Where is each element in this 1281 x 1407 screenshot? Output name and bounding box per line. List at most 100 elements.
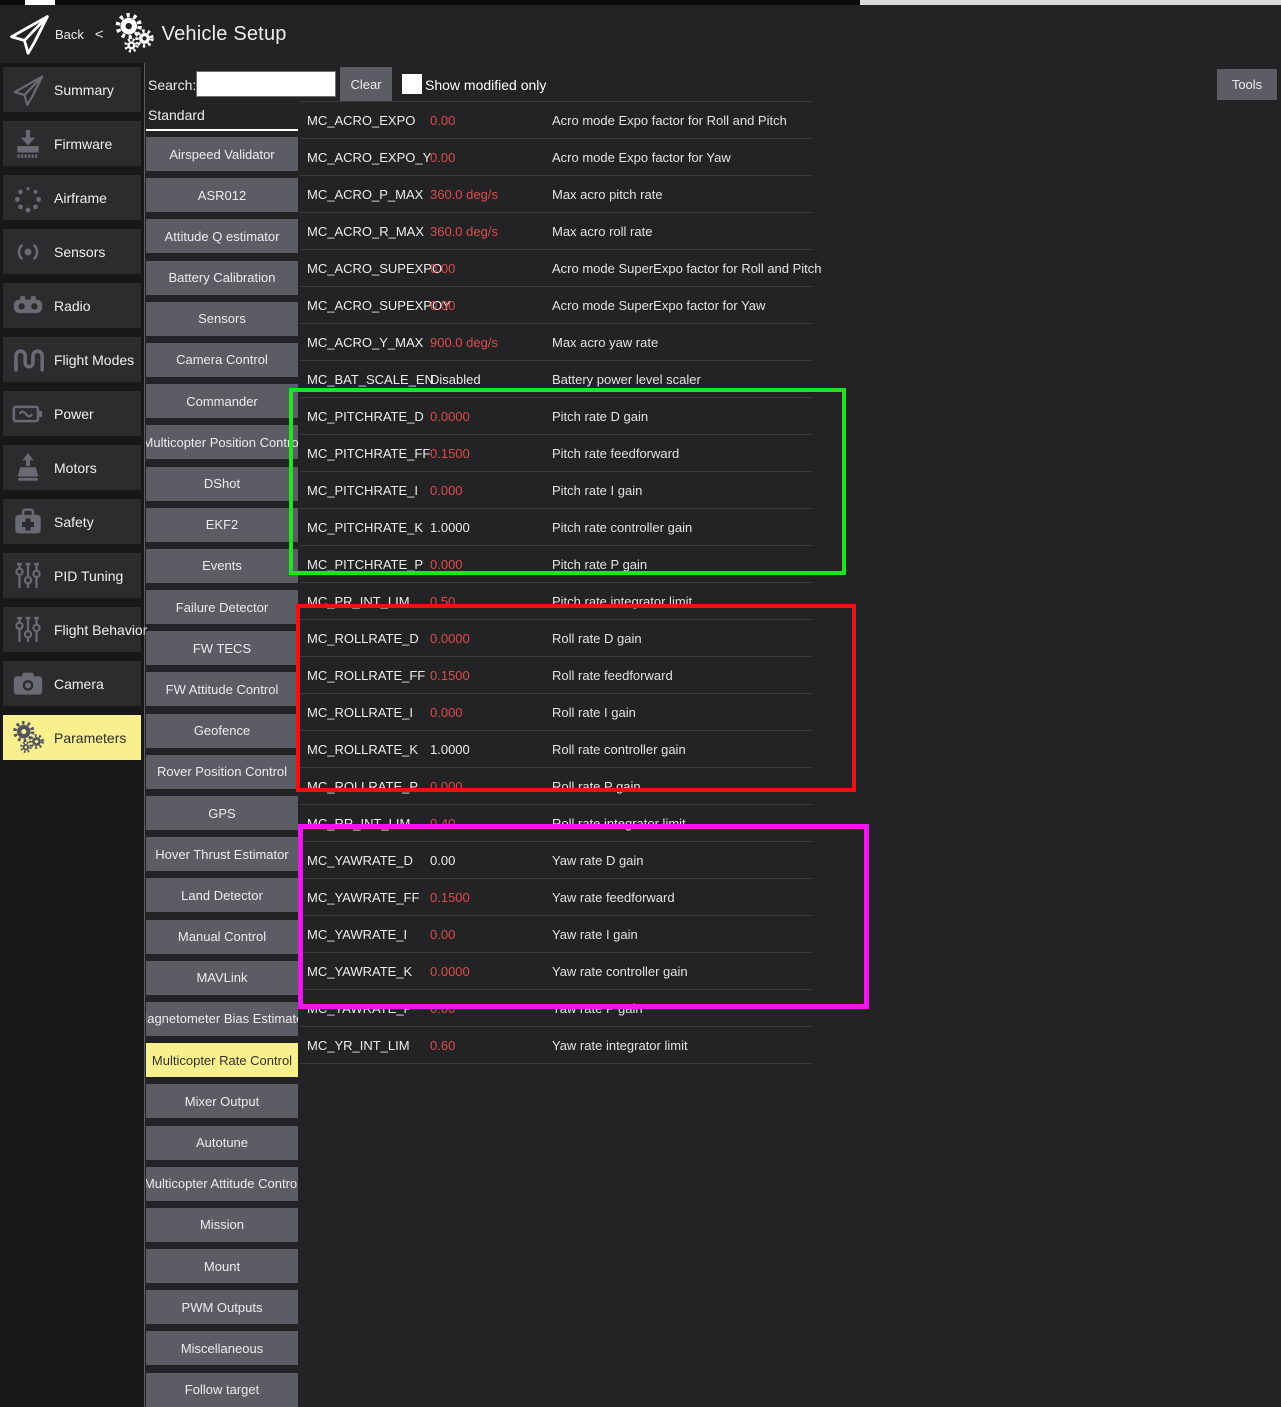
param-description: Max acro pitch rate: [552, 187, 663, 202]
sensors-signal-icon: [8, 232, 48, 272]
param-row-mc-acro-supexpo[interactable]: MC_ACRO_SUPEXPO 0.00 Acro mode SuperExpo…: [300, 250, 813, 287]
sidebar-item-firmware[interactable]: Firmware: [3, 121, 141, 166]
sidebar-item-camera[interactable]: Camera: [3, 661, 141, 706]
sidebar-item-parameters[interactable]: Parameters: [3, 715, 141, 760]
category-item-mission[interactable]: Mission: [146, 1208, 298, 1242]
category-item-fw-tecs[interactable]: FW TECS: [146, 631, 298, 665]
param-description: Pitch rate integrator limit: [552, 594, 692, 609]
param-row-mc-rollrate-i[interactable]: MC_ROLLRATE_I 0.000 Roll rate I gain: [300, 694, 813, 731]
param-row-mc-yawrate-ff[interactable]: MC_YAWRATE_FF 0.1500 Yaw rate feedforwar…: [300, 879, 813, 916]
category-item-mount[interactable]: Mount: [146, 1249, 298, 1283]
param-value: 0.00: [430, 298, 552, 313]
category-item-land-detector[interactable]: Land Detector: [146, 878, 298, 912]
param-row-mc-bat-scale-en[interactable]: MC_BAT_SCALE_EN Disabled Battery power l…: [300, 361, 813, 398]
category-item-miscellaneous[interactable]: Miscellaneous: [146, 1331, 298, 1365]
show-modified-checkbox[interactable]: [402, 74, 422, 94]
param-row-mc-yawrate-d[interactable]: MC_YAWRATE_D 0.00 Yaw rate D gain: [300, 842, 813, 879]
param-name: MC_ROLLRATE_D: [300, 631, 430, 646]
category-item-manual-control[interactable]: Manual Control: [146, 920, 298, 954]
category-item-dshot[interactable]: DShot: [146, 467, 298, 501]
category-item-multicopter-attitude-control[interactable]: Multicopter Attitude Control: [146, 1167, 298, 1201]
param-name: MC_ROLLRATE_P: [300, 779, 430, 794]
param-row-mc-acro-supexpoy[interactable]: MC_ACRO_SUPEXPOY 0.00 Acro mode SuperExp…: [300, 287, 813, 324]
param-description: Yaw rate D gain: [552, 853, 644, 868]
param-value: 0.00: [430, 1001, 552, 1016]
category-item-attitude-q-estimator[interactable]: Attitude Q estimator: [146, 219, 298, 253]
clear-button[interactable]: Clear: [340, 67, 392, 101]
param-row-mc-pitchrate-k[interactable]: MC_PITCHRATE_K 1.0000 Pitch rate control…: [300, 509, 813, 546]
category-item-label: Miscellaneous: [181, 1341, 263, 1356]
parameter-table: MC_ACRO_EXPO 0.00 Acro mode Expo factor …: [300, 101, 813, 1064]
param-value: 1.0000: [430, 520, 552, 535]
param-row-mc-rr-int-lim[interactable]: MC_RR_INT_LIM 0.40 Roll rate integrator …: [300, 805, 813, 842]
param-row-mc-yr-int-lim[interactable]: MC_YR_INT_LIM 0.60 Yaw rate integrator l…: [300, 1027, 813, 1064]
param-row-mc-acro-p-max[interactable]: MC_ACRO_P_MAX 360.0 deg/s Max acro pitch…: [300, 176, 813, 213]
param-row-mc-rollrate-d[interactable]: MC_ROLLRATE_D 0.0000 Roll rate D gain: [300, 620, 813, 657]
sidebar-item-pid-tuning[interactable]: PID Tuning: [3, 553, 141, 598]
param-row-mc-pitchrate-i[interactable]: MC_PITCHRATE_I 0.000 Pitch rate I gain: [300, 472, 813, 509]
category-item-label: Follow target: [185, 1382, 259, 1397]
tools-button[interactable]: Tools: [1217, 69, 1277, 100]
category-item-battery-calibration[interactable]: Battery Calibration: [146, 261, 298, 295]
category-item-camera-control[interactable]: Camera Control: [146, 343, 298, 377]
category-item-mavlink[interactable]: MAVLink: [146, 961, 298, 995]
category-item-multicopter-rate-control[interactable]: Multicopter Rate Control: [146, 1043, 298, 1077]
param-row-mc-pr-int-lim[interactable]: MC_PR_INT_LIM 0.50 Pitch rate integrator…: [300, 583, 813, 620]
category-item-failure-detector[interactable]: Failure Detector: [146, 590, 298, 624]
sidebar-item-label: Flight Behavior: [54, 622, 147, 638]
category-item-geofence[interactable]: Geofence: [146, 714, 298, 748]
category-item-asr012[interactable]: ASR012: [146, 178, 298, 212]
sidebar-item-motors[interactable]: Motors: [3, 445, 141, 490]
param-row-mc-yawrate-i[interactable]: MC_YAWRATE_I 0.00 Yaw rate I gain: [300, 916, 813, 953]
param-name: MC_ACRO_P_MAX: [300, 187, 430, 202]
param-row-mc-acro-r-max[interactable]: MC_ACRO_R_MAX 360.0 deg/s Max acro roll …: [300, 213, 813, 250]
category-item-sensors[interactable]: Sensors: [146, 302, 298, 336]
sidebar-item-safety[interactable]: Safety: [3, 499, 141, 544]
param-row-mc-rollrate-ff[interactable]: MC_ROLLRATE_FF 0.1500 Roll rate feedforw…: [300, 657, 813, 694]
category-item-ekf2[interactable]: EKF2: [146, 508, 298, 542]
param-row-mc-yawrate-p[interactable]: MC_YAWRATE_P 0.00 Yaw rate P gain: [300, 990, 813, 1027]
category-item-rover-position-control[interactable]: Rover Position Control: [146, 755, 298, 789]
category-item-commander[interactable]: Commander: [146, 384, 298, 418]
category-group-standard[interactable]: Standard: [148, 107, 205, 123]
param-row-mc-yawrate-k[interactable]: MC_YAWRATE_K 0.0000 Yaw rate controller …: [300, 953, 813, 990]
param-row-mc-acro-expo-y[interactable]: MC_ACRO_EXPO_Y 0.00 Acro mode Expo facto…: [300, 139, 813, 176]
param-row-mc-rollrate-k[interactable]: MC_ROLLRATE_K 1.0000 Roll rate controlle…: [300, 731, 813, 768]
category-item-mixer-output[interactable]: Mixer Output: [146, 1084, 298, 1118]
param-name: MC_YAWRATE_D: [300, 853, 430, 868]
sidebar-item-power[interactable]: Power: [3, 391, 141, 436]
param-row-mc-acro-expo[interactable]: MC_ACRO_EXPO 0.00 Acro mode Expo factor …: [300, 102, 813, 139]
category-item-magnetometer-bias-estimator[interactable]: Magnetometer Bias Estimator: [146, 1002, 298, 1036]
sidebar-item-sensors[interactable]: Sensors: [3, 229, 141, 274]
param-row-mc-acro-y-max[interactable]: MC_ACRO_Y_MAX 900.0 deg/s Max acro yaw r…: [300, 324, 813, 361]
category-item-pwm-outputs[interactable]: PWM Outputs: [146, 1290, 298, 1324]
category-item-follow-target[interactable]: Follow target: [146, 1373, 298, 1407]
back-button[interactable]: Back: [55, 27, 84, 42]
category-item-hover-thrust-estimator[interactable]: Hover Thrust Estimator: [146, 837, 298, 871]
param-row-mc-pitchrate-d[interactable]: MC_PITCHRATE_D 0.0000 Pitch rate D gain: [300, 398, 813, 435]
sidebar-item-flight-modes[interactable]: Flight Modes: [3, 337, 141, 382]
param-description: Pitch rate D gain: [552, 409, 648, 424]
param-value: 0.000: [430, 779, 552, 794]
param-row-mc-pitchrate-p[interactable]: MC_PITCHRATE_P 0.000 Pitch rate P gain: [300, 546, 813, 583]
sidebar-item-airframe[interactable]: Airframe: [3, 175, 141, 220]
category-item-label: Attitude Q estimator: [165, 229, 280, 244]
category-item-fw-attitude-control[interactable]: FW Attitude Control: [146, 672, 298, 706]
category-item-label: PWM Outputs: [182, 1300, 263, 1315]
category-item-multicopter-position-control[interactable]: Multicopter Position Control: [146, 425, 298, 459]
category-item-events[interactable]: Events: [146, 549, 298, 583]
sidebar-item-radio[interactable]: Radio: [3, 283, 141, 328]
sidebar-item-summary[interactable]: Summary: [3, 67, 141, 112]
category-item-airspeed-validator[interactable]: Airspeed Validator: [146, 137, 298, 171]
sidebar-item-flight-behavior[interactable]: Flight Behavior: [3, 607, 141, 652]
category-item-gps[interactable]: GPS: [146, 796, 298, 830]
param-name: MC_PITCHRATE_FF: [300, 446, 430, 461]
safety-case-icon: [8, 502, 48, 542]
category-item-autotune[interactable]: Autotune: [146, 1126, 298, 1160]
param-row-mc-rollrate-p[interactable]: MC_ROLLRATE_P 0.000 Roll rate P gain: [300, 768, 813, 805]
firmware-download-icon: [8, 124, 48, 164]
param-row-mc-pitchrate-ff[interactable]: MC_PITCHRATE_FF 0.1500 Pitch rate feedfo…: [300, 435, 813, 472]
category-item-label: Camera Control: [176, 352, 268, 367]
category-item-label: ASR012: [198, 188, 246, 203]
param-description: Yaw rate I gain: [552, 927, 638, 942]
